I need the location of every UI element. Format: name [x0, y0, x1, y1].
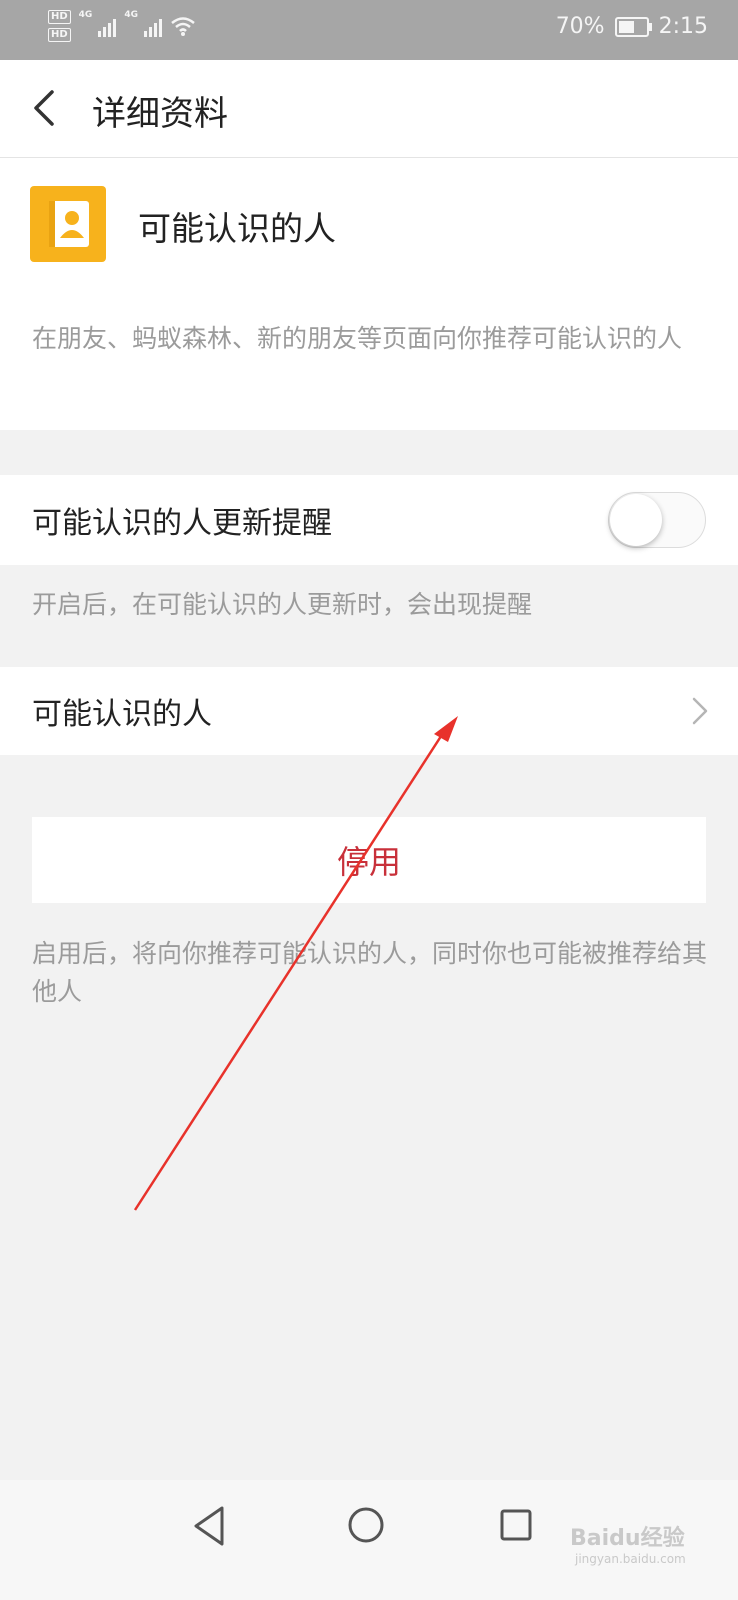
status-right: 70% 2:15 — [556, 14, 708, 39]
signal-icon — [98, 15, 117, 37]
people-row[interactable]: 可能认识的人 — [0, 667, 738, 755]
update-reminder-toggle[interactable] — [608, 492, 706, 548]
disable-button[interactable]: 停用 — [32, 817, 706, 903]
network-type: 4G — [124, 10, 138, 20]
signal-icon — [143, 15, 162, 37]
toggle-knob — [610, 494, 662, 546]
wifi-icon — [171, 17, 195, 36]
bottom-hint: 启用后，将向你推荐可能认识的人，同时你也可能被推荐给其他人 — [32, 939, 708, 1006]
card-title: 可能认识的人 — [138, 209, 336, 248]
contacts-book-icon — [30, 186, 106, 262]
chevron-left-icon[interactable] — [26, 84, 74, 132]
profile-card: 可能认识的人 在朋友、蚂蚁森林、新的朋友等页面向你推荐可能认识的人 — [0, 158, 738, 430]
battery-icon — [614, 16, 652, 37]
status-bar: HD HD 4G 4G 70% 2:15 — [0, 0, 738, 60]
hd-indicators: HD HD — [48, 10, 71, 42]
chevron-right-icon — [692, 697, 708, 725]
battery-percent: 70% — [555, 14, 605, 39]
circle-home-icon[interactable] — [346, 1505, 386, 1545]
update-reminder-row: 可能认识的人更新提醒 — [0, 475, 738, 565]
battery-level — [618, 20, 634, 33]
triangle-back-icon[interactable] — [190, 1504, 230, 1548]
update-reminder-hint: 开启后，在可能认识的人更新时，会出现提醒 — [32, 590, 533, 619]
app-header: 详细资料 — [0, 60, 738, 158]
network-type: 4G — [78, 10, 93, 20]
square-recent-icon[interactable] — [500, 1508, 532, 1542]
people-row-label: 可能认识的人 — [32, 697, 212, 732]
hd-badge: HD — [48, 28, 71, 42]
watermark-logo: Baidu经验 — [570, 1526, 685, 1551]
system-nav-bar: Baidu经验 jingyan.baidu.com — [0, 1480, 738, 1600]
card-description: 在朋友、蚂蚁森林、新的朋友等页面向你推荐可能认识的人 — [32, 324, 683, 353]
hd-badge: HD — [48, 10, 71, 24]
status-left: HD HD 4G 4G — [48, 10, 196, 42]
watermark-url: jingyan.baidu.com — [575, 1552, 686, 1566]
update-reminder-label: 可能认识的人更新提醒 — [32, 506, 332, 541]
clock: 2:15 — [658, 14, 708, 39]
page-title: 详细资料 — [92, 94, 228, 134]
